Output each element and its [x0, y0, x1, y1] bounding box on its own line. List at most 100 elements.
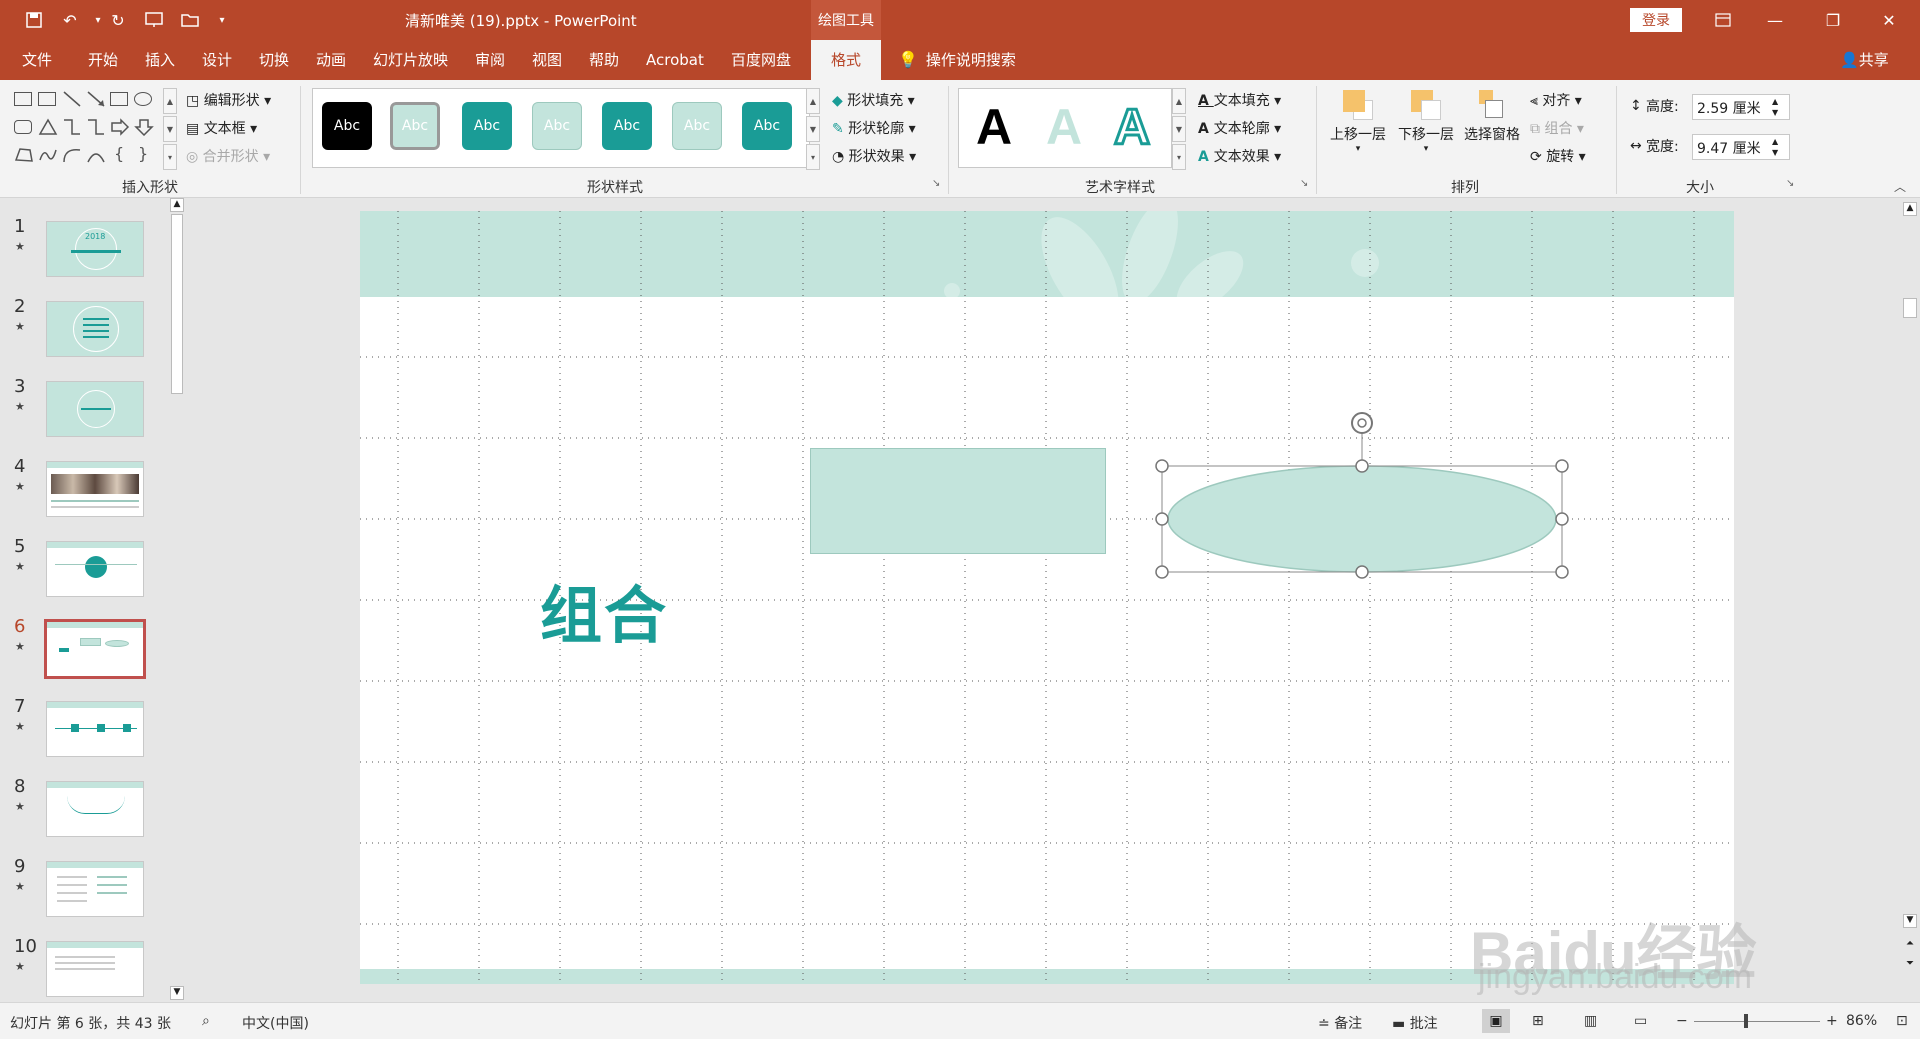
restore-icon[interactable]: ❐	[1810, 0, 1856, 40]
vertical-textbox-shape-icon[interactable]	[38, 92, 56, 106]
edit-shape-button[interactable]: ◳ 编辑形状 ▾	[186, 90, 271, 110]
bring-forward-button[interactable]: 上移一层 ▾	[1326, 90, 1390, 170]
previous-slide-icon[interactable]: ⏶	[1903, 938, 1917, 952]
style-swatch-4[interactable]: Abc	[532, 102, 582, 150]
tab-transitions[interactable]: 切换	[259, 40, 289, 80]
wordart-style-2[interactable]: A	[1046, 98, 1082, 156]
slide-thumb-7[interactable]	[46, 701, 144, 757]
shape-fill-button[interactable]: ◆ 形状填充 ▾	[832, 90, 915, 110]
arc-shape-icon[interactable]	[62, 146, 82, 164]
slide-thumb-5[interactable]	[46, 541, 144, 597]
spell-check-icon[interactable]: ⌕	[202, 1013, 210, 1029]
present-from-start-icon[interactable]	[140, 8, 168, 32]
text-fill-button[interactable]: A 文本填充 ▾	[1198, 90, 1281, 110]
rotate-button[interactable]: ⟳ 旋转 ▾	[1530, 146, 1586, 166]
normal-view-icon[interactable]: ▣	[1482, 1009, 1510, 1033]
slide-sorter-icon[interactable]: ⊞	[1532, 1013, 1544, 1029]
login-button[interactable]: 登录	[1630, 8, 1682, 32]
scroll-thumb[interactable]	[1903, 298, 1917, 318]
slide-thumb-4[interactable]	[46, 461, 144, 517]
resize-handle-n[interactable]	[1355, 459, 1369, 473]
tab-format[interactable]: 格式	[811, 40, 881, 80]
curve-shape-icon[interactable]	[86, 146, 106, 164]
shape-styles-launcher-icon[interactable]: ↘	[932, 178, 940, 189]
zoom-in-icon[interactable]: +	[1826, 1013, 1838, 1029]
scroll-thumb[interactable]	[171, 214, 183, 394]
line-shape-icon[interactable]	[62, 90, 82, 108]
comments-button[interactable]: ▬ 批注	[1392, 1013, 1438, 1033]
textbox-shape-icon[interactable]	[14, 92, 32, 106]
tab-file[interactable]: 文件	[22, 40, 52, 80]
tab-insert[interactable]: 插入	[145, 40, 175, 80]
zoom-slider[interactable]	[1694, 1021, 1820, 1022]
size-launcher-icon[interactable]: ↘	[1786, 178, 1794, 189]
slide-canvas[interactable]: 组合	[360, 211, 1734, 984]
oval-shape[interactable]	[1167, 465, 1557, 573]
left-brace-icon[interactable]: {	[114, 144, 124, 163]
slide-thumb-10[interactable]	[46, 941, 144, 997]
shape-outline-button[interactable]: ✎ 形状轮廓 ▾	[832, 118, 916, 138]
scroll-up-icon[interactable]: ▲	[1903, 202, 1917, 216]
elbow-connector-icon[interactable]	[62, 118, 82, 136]
save-icon[interactable]	[20, 8, 48, 32]
resize-handle-w[interactable]	[1155, 512, 1169, 526]
tab-help[interactable]: 帮助	[589, 40, 619, 80]
resize-handle-s[interactable]	[1355, 565, 1369, 579]
close-icon[interactable]: ✕	[1866, 0, 1912, 40]
style-swatch-1[interactable]: Abc	[322, 102, 372, 150]
tab-acrobat[interactable]: Acrobat	[646, 40, 704, 80]
tab-design[interactable]: 设计	[202, 40, 232, 80]
collapse-ribbon-icon[interactable]: ︿	[1894, 178, 1906, 195]
align-button[interactable]: ⫷ 对齐 ▾	[1530, 90, 1582, 110]
slide-thumb-3[interactable]	[46, 381, 144, 437]
next-slide-icon[interactable]: ⏷	[1903, 958, 1917, 972]
send-backward-button[interactable]: 下移一层 ▾	[1394, 90, 1458, 170]
resize-handle-ne[interactable]	[1555, 459, 1569, 473]
height-spinner-icon[interactable]: ▲ ▼	[1772, 96, 1778, 118]
rounded-rect-shape-icon[interactable]	[14, 120, 32, 134]
wordart-style-1[interactable]: A	[976, 98, 1012, 156]
tab-animations[interactable]: 动画	[316, 40, 346, 80]
fit-to-window-icon[interactable]: ⊡	[1896, 1013, 1908, 1029]
right-brace-icon[interactable]: }	[138, 144, 148, 163]
resize-handle-nw[interactable]	[1155, 459, 1169, 473]
tab-view[interactable]: 视图	[532, 40, 562, 80]
elbow-arrow-icon[interactable]	[86, 118, 106, 136]
down-arrow-shape-icon[interactable]	[134, 118, 154, 137]
language-status[interactable]: 中文(中国)	[242, 1013, 309, 1033]
shapes-scroll-down[interactable]: ▼	[163, 116, 177, 142]
zoom-slider-thumb[interactable]	[1744, 1014, 1748, 1028]
group-button[interactable]: ⧉ 组合 ▾	[1530, 118, 1584, 138]
slide-thumb-1[interactable]: 2018	[46, 221, 144, 277]
rectangle-shape-icon[interactable]	[110, 92, 128, 106]
text-effects-button[interactable]: A 文本效果 ▾	[1198, 146, 1281, 166]
slideshow-view-icon[interactable]: ▭	[1634, 1013, 1647, 1029]
styles-scroll-up[interactable]: ▲	[806, 88, 820, 114]
scroll-down-icon[interactable]: ▼	[170, 986, 184, 1000]
style-swatch-2[interactable]: Abc	[389, 101, 441, 151]
wordart-style-3[interactable]: A	[1112, 98, 1151, 157]
editor-scrollbar[interactable]: ▲ ▼ ⏶ ⏷	[1900, 198, 1920, 1002]
reading-view-icon[interactable]: ▥	[1584, 1013, 1597, 1029]
text-outline-button[interactable]: A 文本轮廓 ▾	[1198, 118, 1281, 138]
zoom-percent[interactable]: 86%	[1846, 1013, 1877, 1029]
tab-home[interactable]: 开始	[88, 40, 118, 80]
undo-icon[interactable]: ↶	[56, 8, 84, 32]
selection-pane-button[interactable]: 选择窗格	[1460, 90, 1524, 160]
scribble-shape-icon[interactable]	[38, 146, 58, 164]
oval-shape-icon[interactable]	[134, 92, 152, 106]
redo-icon[interactable]: ↻	[104, 8, 132, 32]
wordart-more[interactable]: ▾	[1172, 144, 1186, 170]
resize-handle-e[interactable]	[1555, 512, 1569, 526]
triangle-shape-icon[interactable]	[38, 118, 58, 136]
customize-toolbar-icon[interactable]: ▾	[208, 8, 236, 32]
shape-effects-button[interactable]: ◔ 形状效果 ▾	[832, 146, 916, 166]
freeform-shape-icon[interactable]	[14, 146, 34, 164]
width-spinner-icon[interactable]: ▲ ▼	[1772, 136, 1778, 158]
style-swatch-3[interactable]: Abc	[462, 102, 512, 150]
tab-slideshow[interactable]: 幻灯片放映	[373, 40, 448, 80]
open-folder-icon[interactable]	[176, 8, 204, 32]
slide-thumb-6[interactable]	[44, 619, 146, 679]
slide-thumb-2[interactable]	[46, 301, 144, 357]
slide-thumb-8[interactable]	[46, 781, 144, 837]
